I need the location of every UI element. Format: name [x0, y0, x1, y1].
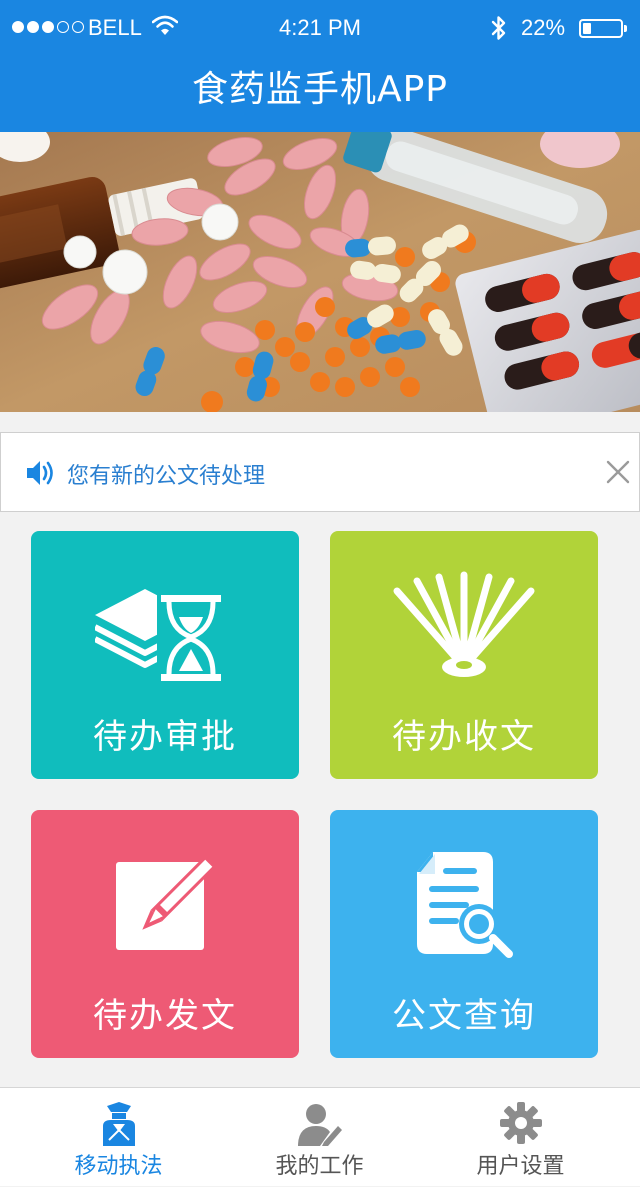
tile-label: 公文查询: [392, 996, 536, 1036]
tile-document-search[interactable]: 公文查询: [330, 810, 598, 1058]
battery-percent: 22%: [521, 15, 566, 40]
tab-label: 移动执法: [74, 1154, 163, 1179]
user-edit-icon: [213, 1102, 426, 1146]
tile-pending-send[interactable]: 待办发文: [31, 810, 299, 1058]
tab-bar: 移动执法 我的工作 用户设置: [0, 1087, 640, 1186]
bluetooth-icon: [489, 14, 509, 48]
open-book-icon: [330, 571, 598, 691]
pencil-square-icon: [31, 850, 299, 970]
app-header: BELL 4:21 PM 22% 食药监手机APP: [0, 0, 640, 132]
tab-label: 用户设置: [476, 1154, 565, 1179]
gear-icon: [414, 1102, 627, 1144]
close-icon[interactable]: [603, 457, 633, 487]
speaker-icon: [25, 458, 57, 492]
tab-mobile-enforcement[interactable]: 移动执法: [12, 1088, 225, 1187]
banner-image: [0, 132, 640, 412]
tile-label: 待办发文: [93, 996, 237, 1036]
tab-label: 我的工作: [275, 1154, 364, 1179]
document-search-icon: [330, 850, 598, 970]
page-title: 食药监手机APP: [191, 69, 449, 110]
tab-user-settings[interactable]: 用户设置: [414, 1088, 627, 1187]
tile-label: 待办审批: [93, 717, 237, 757]
tile-label: 待办收文: [392, 717, 536, 757]
battery-level: [583, 23, 591, 34]
status-bar: BELL 4:21 PM 22%: [0, 0, 640, 56]
officer-icon: [12, 1102, 225, 1146]
notice-text: 您有新的公文待处理: [67, 464, 266, 489]
notice-bar[interactable]: 您有新的公文待处理: [0, 432, 640, 512]
tile-pending-receive[interactable]: 待办收文: [330, 531, 598, 779]
stack-hourglass-icon: [31, 571, 299, 691]
banner-carousel[interactable]: [0, 132, 640, 412]
battery-icon: [579, 19, 627, 38]
tab-my-work[interactable]: 我的工作: [213, 1088, 426, 1187]
tile-pending-approval[interactable]: 待办审批: [31, 531, 299, 779]
